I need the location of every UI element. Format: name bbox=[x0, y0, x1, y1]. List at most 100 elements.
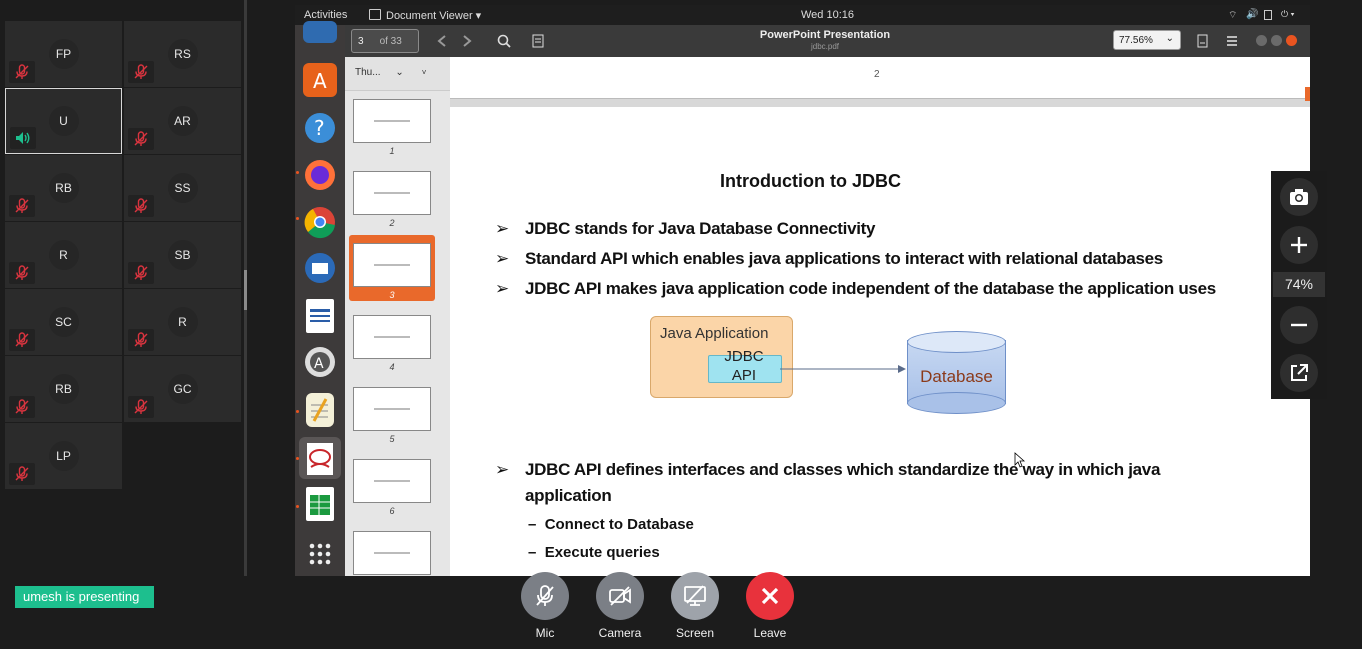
mic-toggle-button[interactable] bbox=[521, 572, 569, 620]
slide-thumbnail[interactable] bbox=[353, 459, 431, 503]
camera-control[interactable]: Camera bbox=[585, 572, 655, 640]
mic-off-icon bbox=[15, 466, 29, 481]
mic-off-icon bbox=[134, 198, 148, 213]
zoom-out-button[interactable] bbox=[1280, 306, 1318, 344]
participant-tile[interactable]: U bbox=[5, 88, 122, 154]
volume-icon bbox=[16, 132, 30, 144]
bullet-3: ➢ JDBC API makes java application code in… bbox=[495, 279, 1216, 299]
activities-button[interactable]: Activities bbox=[304, 9, 347, 21]
grid-resize-handle[interactable] bbox=[244, 0, 247, 576]
sidebar-view-select[interactable]: Thu... ⌄ ˅ bbox=[345, 57, 450, 91]
mic-off-icon bbox=[134, 265, 148, 280]
screen-share-button[interactable] bbox=[671, 572, 719, 620]
next-page-icon[interactable] bbox=[460, 34, 474, 48]
muted-badge bbox=[9, 61, 35, 83]
thumbnail-number: 1 bbox=[389, 146, 395, 156]
thumbnail-content bbox=[374, 264, 410, 266]
thumbnail-content bbox=[374, 120, 410, 122]
popout-button[interactable] bbox=[1280, 354, 1318, 392]
thunderbird-icon[interactable] bbox=[303, 251, 337, 285]
zoom-in-button[interactable] bbox=[1280, 226, 1318, 264]
slide-thumbnail[interactable] bbox=[353, 99, 431, 143]
calc-icon[interactable] bbox=[306, 487, 334, 521]
text-editor-icon[interactable] bbox=[306, 393, 334, 427]
app-menu[interactable]: Document Viewer ▾ bbox=[386, 9, 481, 22]
participant-tile[interactable]: FP bbox=[5, 21, 122, 87]
minimize-button[interactable] bbox=[1256, 35, 1267, 46]
page-number-field[interactable]: 3 of 33 bbox=[351, 29, 419, 53]
participant-tile[interactable]: RB bbox=[5, 155, 122, 221]
camera-off-icon bbox=[609, 586, 631, 606]
annotations-icon[interactable] bbox=[531, 34, 545, 48]
current-page[interactable]: 3 bbox=[358, 36, 364, 47]
hamburger-menu-icon[interactable] bbox=[1225, 34, 1239, 48]
thumbnail-content bbox=[374, 480, 410, 482]
show-apps-icon[interactable] bbox=[303, 537, 337, 571]
participant-avatar: GC bbox=[167, 374, 198, 404]
sidebar-view-label: Thu... bbox=[355, 67, 381, 78]
database-label: Database bbox=[920, 367, 993, 386]
chrome-icon[interactable] bbox=[303, 205, 337, 239]
participant-tile[interactable]: RB bbox=[5, 356, 122, 422]
scroll-position-indicator[interactable] bbox=[1305, 87, 1310, 101]
resize-knob[interactable] bbox=[244, 270, 247, 310]
participant-avatar: RB bbox=[48, 173, 79, 203]
writer-icon[interactable] bbox=[306, 299, 334, 333]
participant-tile[interactable]: AR bbox=[124, 88, 241, 154]
help-icon[interactable]: ? bbox=[303, 111, 337, 145]
mic-control[interactable]: Mic bbox=[510, 572, 580, 640]
participant-tile[interactable]: SC bbox=[5, 289, 122, 355]
bullet-1: ➢ JDBC stands for Java Database Connectiv… bbox=[495, 219, 875, 239]
document-viewer-dock-icon[interactable] bbox=[299, 437, 341, 479]
window-close-button[interactable] bbox=[1286, 35, 1297, 46]
leave-control[interactable]: Leave bbox=[735, 572, 805, 640]
screen-control[interactable]: Screen bbox=[660, 572, 730, 640]
participant-avatar: SC bbox=[48, 307, 79, 337]
leave-button[interactable] bbox=[746, 572, 794, 620]
firefox-icon[interactable] bbox=[303, 158, 337, 192]
bullet-4: ➢ JDBC API defines interfaces and classes… bbox=[495, 460, 1160, 480]
participant-tile[interactable]: SB bbox=[124, 222, 241, 288]
previous-page-icon[interactable] bbox=[435, 34, 449, 48]
slide-thumbnail[interactable] bbox=[353, 315, 431, 359]
muted-badge bbox=[9, 463, 35, 485]
mic-off-icon bbox=[134, 131, 148, 146]
slide-thumbnail[interactable] bbox=[353, 387, 431, 431]
participant-avatar: SB bbox=[167, 240, 198, 270]
java-application-box: Java Application JDBC API bbox=[650, 316, 793, 398]
slide-thumbnail[interactable] bbox=[353, 531, 431, 575]
maximize-button[interactable] bbox=[1271, 35, 1282, 46]
participant-tile[interactable]: RS bbox=[124, 21, 241, 87]
screenshot-button[interactable] bbox=[1280, 178, 1318, 216]
thumbnail-number: 4 bbox=[389, 362, 395, 372]
document-properties-icon[interactable] bbox=[1195, 34, 1209, 48]
speaking-badge bbox=[10, 127, 36, 149]
zoom-panel: 74% bbox=[1271, 171, 1327, 399]
slide-thumbnail[interactable] bbox=[353, 171, 431, 215]
vscode-icon[interactable] bbox=[303, 21, 337, 43]
slide-thumbnail[interactable] bbox=[353, 243, 431, 287]
participant-tile[interactable]: SS bbox=[124, 155, 241, 221]
participant-tile[interactable]: GC bbox=[124, 356, 241, 422]
muted-badge bbox=[128, 262, 154, 284]
close-sidebar-icon[interactable]: ˅ bbox=[422, 68, 427, 77]
system-menu-icon[interactable]: ⏻ ▾ bbox=[1281, 9, 1294, 20]
participant-tile[interactable]: R bbox=[124, 289, 241, 355]
running-indicator bbox=[296, 171, 299, 174]
clock[interactable]: Wed 10:16 bbox=[801, 9, 854, 21]
thumbnail-number: 5 bbox=[389, 434, 395, 444]
participant-tile[interactable]: R bbox=[5, 222, 122, 288]
battery-icon[interactable] bbox=[1264, 10, 1272, 20]
bullet-2: ➢ Standard API which enables java applica… bbox=[495, 249, 1163, 269]
network-icon[interactable]: ⌔ bbox=[1228, 9, 1237, 22]
software-center-icon[interactable]: A bbox=[303, 63, 337, 97]
volume-icon[interactable]: 🔊 bbox=[1246, 9, 1258, 20]
participant-avatar: R bbox=[167, 307, 198, 337]
camera-toggle-button[interactable] bbox=[596, 572, 644, 620]
participant-tile[interactable]: LP bbox=[5, 423, 122, 489]
search-icon[interactable] bbox=[497, 34, 511, 48]
software-updater-icon[interactable]: A bbox=[303, 345, 337, 379]
zoom-select[interactable]: 77.56% ⌄ bbox=[1113, 30, 1181, 50]
bullet-text: JDBC API defines interfaces and classes … bbox=[525, 460, 1161, 479]
mic-label: Mic bbox=[535, 626, 555, 640]
